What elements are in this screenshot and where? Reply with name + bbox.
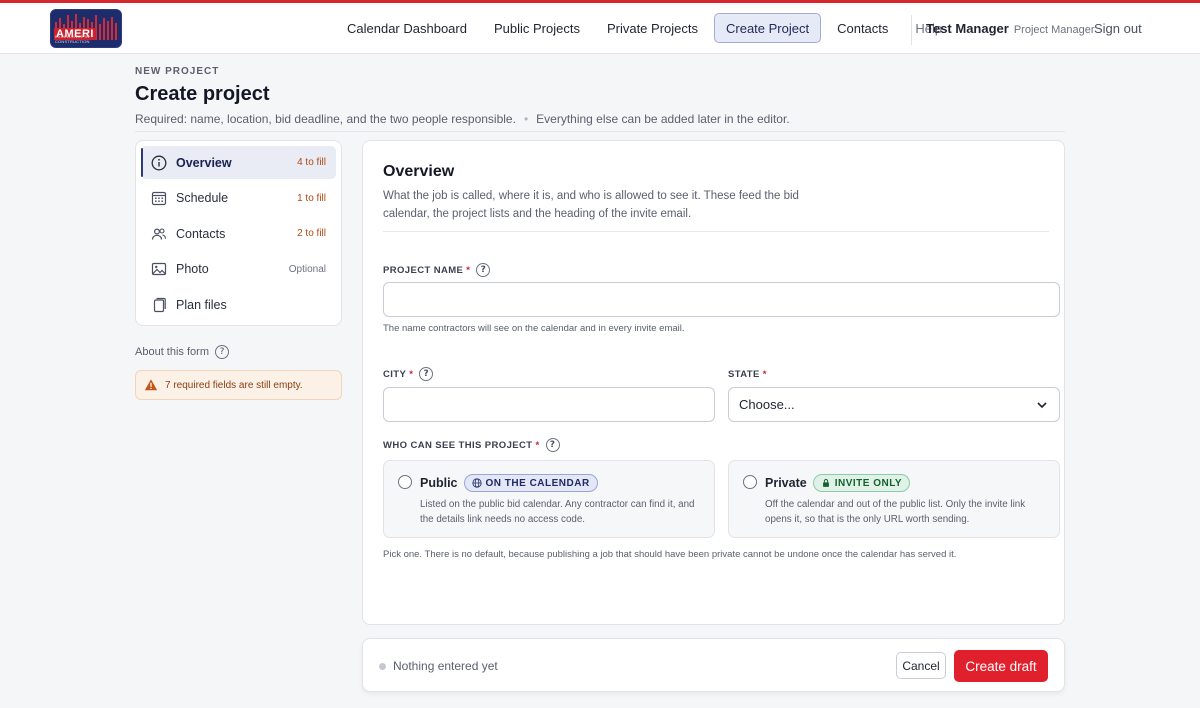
page-subtitle: Required: name, location, bid deadline, … [135,112,1065,126]
invite-only-badge: INVITE ONLY [812,474,911,492]
step-count: 1 to fill [297,192,326,204]
user-info: Test Manager Project Manager [926,21,1095,36]
step-overview[interactable]: Overview 4 to fill [141,146,336,179]
state-label-text: STATE [728,369,760,380]
nav-private-projects[interactable]: Private Projects [596,13,709,43]
about-form-label: About this form [135,346,209,358]
nav-create-project[interactable]: Create Project [714,13,822,43]
public-option-name: Public [420,476,458,490]
on-calendar-badge-text: ON THE CALENDAR [485,477,590,489]
status-dot [379,662,386,670]
sign-out-link[interactable]: Sign out [1094,21,1142,36]
chevron-down-icon [1037,402,1047,409]
public-option-title: Public ON THE CALENDAR [420,474,598,492]
visibility-label: WHO CAN SEE THIS PROJECT * ? [383,438,560,452]
nav-public-projects[interactable]: Public Projects [483,13,591,43]
section-description: What the job is called, where it is, and… [383,190,799,220]
calendar-icon [151,190,167,206]
invite-only-badge-text: INVITE ONLY [834,477,903,489]
logo-tagline: EXCELLENCE IN CONSTRUCTION [55,34,90,44]
help-icon[interactable]: ? [419,367,434,381]
private-radio[interactable] [743,475,757,489]
required-fields-warning: 7 required fields are still empty. [135,370,342,400]
project-name-label: PROJECT NAME * ? [383,263,491,277]
state-select[interactable]: Choose... [728,387,1060,422]
step-plan-files[interactable]: Plan files [141,288,336,321]
private-option-description: Off the calendar and out of the public l… [765,499,1026,525]
section-title: Overview [383,163,455,180]
company-logo[interactable]: AMERI EXCELLENCE IN CONSTRUCTION [50,9,122,48]
private-option-name: Private [765,476,807,490]
state-label: STATE * [728,369,767,380]
info-icon [151,155,167,171]
nav-contacts[interactable]: Contacts [826,13,899,43]
lock-icon [822,479,829,487]
step-label: Plan files [176,297,227,312]
top-navigation-bar: AMERI EXCELLENCE IN CONSTRUCTION Calenda… [0,3,1200,54]
page-title: Create project [135,83,270,105]
city-label: CITY * ? [383,367,434,381]
create-draft-button[interactable]: Create draft [954,650,1048,682]
help-icon[interactable]: ? [545,438,560,452]
files-icon [151,297,167,313]
status-text: Nothing entered yet [393,659,498,673]
globe-icon [471,478,482,488]
step-photo[interactable]: Photo Optional [141,253,336,286]
user-role: Project Manager [1013,24,1095,36]
state-selected-value: Choose... [739,397,795,412]
project-name-label-text: PROJECT NAME [383,264,464,276]
nav-calendar-dashboard[interactable]: Calendar Dashboard [336,13,478,43]
overview-card: Overview What the job is called, where i… [362,140,1065,625]
step-label: Contacts [176,226,226,241]
main-nav: Calendar Dashboard Public Projects Priva… [336,13,958,43]
form-action-bar: Nothing entered yet Cancel Create draft [362,638,1065,692]
city-label-text: CITY [383,368,407,380]
image-icon [151,261,167,277]
cancel-button[interactable]: Cancel [896,652,946,679]
city-input[interactable] [383,387,715,422]
help-icon[interactable]: ? [476,263,491,277]
step-schedule[interactable]: Schedule 1 to fill [141,182,336,215]
subtitle-separator: • [523,112,529,126]
user-name: Test Manager [926,21,1009,36]
step-count: 4 to fill [297,157,326,168]
step-label: Photo [176,262,209,276]
nav-divider [911,15,912,45]
step-count: Optional [288,263,326,275]
visibility-help: Pick one. There is no default, because p… [383,549,957,560]
users-icon [151,226,167,242]
warning-text: 7 required fields are still empty. [165,379,303,391]
on-calendar-badge: ON THE CALENDAR [463,474,598,492]
required-mark: * [409,368,414,380]
visibility-option-private[interactable]: Private INVITE ONLY Off the calendar and… [728,460,1060,538]
step-label: Schedule [176,191,229,205]
about-form-link[interactable]: About this form ? [135,345,229,359]
header-divider [135,131,1065,132]
page-header: NEW PROJECT Create project Required: nam… [135,66,1065,126]
required-mark: * [762,369,767,380]
required-mark: * [466,264,471,276]
help-icon[interactable]: ? [214,345,229,359]
project-name-help: The name contractors will see on the cal… [383,323,685,334]
private-option-title: Private INVITE ONLY [765,474,911,492]
subtitle-required: Required: name, location, bid deadline, … [135,112,516,126]
step-contacts[interactable]: Contacts 2 to fill [141,217,336,250]
subtitle-later: Everything else can be added later in th… [536,112,790,126]
section-divider [383,231,1049,232]
visibility-option-public[interactable]: Public ON THE CALENDAR Listed on the pub… [383,460,715,538]
form-status: Nothing entered yet [379,659,498,673]
step-label: Overview [176,155,232,170]
step-count: 2 to fill [297,228,326,239]
page-eyebrow: NEW PROJECT [135,66,220,77]
visibility-label-text: WHO CAN SEE THIS PROJECT [383,439,533,451]
form-steps-nav: Overview 4 to fill Schedule 1 to fill Co… [135,140,342,326]
required-mark: * [535,439,540,451]
public-radio[interactable] [398,475,412,489]
warning-icon [144,379,158,391]
project-name-input[interactable] [383,282,1060,317]
public-option-description: Listed on the public bid calendar. Any c… [420,499,695,525]
